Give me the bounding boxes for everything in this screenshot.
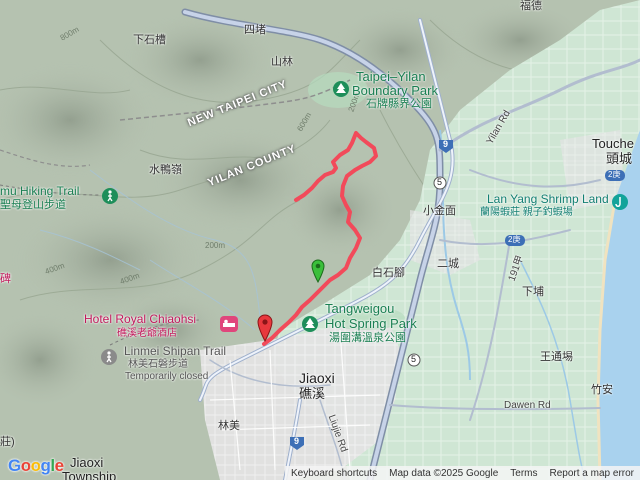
route-end-marker-icon[interactable] bbox=[257, 314, 273, 347]
hotel-icon[interactable] bbox=[220, 316, 238, 337]
poi-hiking-trail[interactable]: mu Hiking Trail bbox=[0, 184, 79, 198]
poi-boundary-park-2[interactable]: Boundary Park bbox=[352, 83, 438, 98]
poi-hiking-trail-cn[interactable]: 聖母登山步道 bbox=[0, 199, 66, 211]
terms-link[interactable]: Terms bbox=[504, 468, 543, 479]
place-label: 下石槽 bbox=[133, 34, 166, 46]
route-start-marker-icon[interactable] bbox=[311, 259, 325, 288]
place-label: 下埔 bbox=[522, 286, 544, 298]
report-error-link[interactable]: Report a map error bbox=[544, 468, 640, 479]
contour-label: 200m bbox=[205, 241, 226, 250]
place-label: 竹安 bbox=[591, 384, 613, 396]
shield-2geng-b-label: 2庚 bbox=[508, 235, 521, 244]
poi-linmei-trail[interactable]: Linmei Shipan Trail bbox=[124, 344, 226, 358]
place-label: 碑 bbox=[0, 273, 11, 285]
place-label-toucheng-cn: 頭城 bbox=[606, 151, 633, 166]
shield-5-lower-label: 5 bbox=[411, 354, 417, 364]
attribution-bar: Keyboard shortcuts Map data ©2025 Google… bbox=[284, 466, 640, 480]
shield-5-label: 5 bbox=[437, 177, 443, 187]
place-label: 小金面 bbox=[423, 205, 456, 217]
place-label-jiaoxi: Jiaoxi bbox=[299, 370, 335, 386]
keyboard-shortcuts-link[interactable]: Keyboard shortcuts bbox=[285, 468, 383, 479]
place-label-toucheng: Touche bbox=[592, 136, 634, 151]
shield-9-bottom-label: 9 bbox=[294, 436, 300, 446]
poi-linmei-trail-status: Temporarily closed bbox=[125, 371, 209, 382]
hiker-icon[interactable] bbox=[100, 348, 118, 371]
poi-tangweigou[interactable]: Tangweigou bbox=[325, 301, 394, 316]
park-icon[interactable] bbox=[332, 80, 350, 103]
place-label: 王通埸 bbox=[540, 351, 573, 363]
poi-hotel-royal[interactable]: Hotel Royal Chiaohsi bbox=[84, 312, 196, 326]
place-label: 白石腳 bbox=[372, 267, 405, 279]
road-label-dawen-rd: Dawen Rd bbox=[504, 400, 551, 411]
place-label: 山林 bbox=[271, 56, 293, 68]
place-label-jiaoxi-township-2: Township bbox=[62, 469, 117, 480]
shield-9-label: 9 bbox=[443, 139, 449, 149]
place-label: 莊) bbox=[0, 436, 15, 448]
park-icon[interactable] bbox=[301, 315, 319, 338]
poi-shrimp-land-cn[interactable]: 蘭陽蝦莊 親子釣蝦場 bbox=[480, 207, 573, 218]
hiker-icon[interactable] bbox=[101, 187, 119, 210]
place-label: 四堵 bbox=[244, 24, 266, 36]
fishing-icon[interactable] bbox=[611, 193, 629, 216]
map-data-text: Map data ©2025 Google bbox=[389, 467, 499, 479]
place-label-jiaoxi-cn: 礁溪 bbox=[299, 386, 326, 401]
place-label: 林美 bbox=[218, 420, 240, 432]
poi-shrimp-land[interactable]: Lan Yang Shrimp Land bbox=[487, 192, 609, 206]
poi-linmei-trail-cn[interactable]: 林美石磐步道 bbox=[128, 359, 188, 370]
google-logo: Google bbox=[8, 456, 64, 475]
shield-2geng-label: 2庚 bbox=[608, 170, 621, 179]
poi-tangweigou-2[interactable]: Hot Spring Park bbox=[325, 316, 417, 331]
poi-boundary-park-cn[interactable]: 石牌縣界公園 bbox=[366, 98, 432, 110]
map-canvas[interactable]: 9 5 5 9 2庚 2庚 800m 600m 400m 400m 200m 2… bbox=[0, 0, 640, 480]
poi-hotel-royal-cn[interactable]: 礁溪老爺酒店 bbox=[117, 328, 177, 339]
place-label: 水鴨嶺 bbox=[149, 164, 182, 176]
poi-tangweigou-cn[interactable]: 湯圍溝溫泉公園 bbox=[329, 332, 406, 344]
place-label: 二城 bbox=[437, 258, 459, 270]
place-label: 福德 bbox=[520, 0, 542, 12]
